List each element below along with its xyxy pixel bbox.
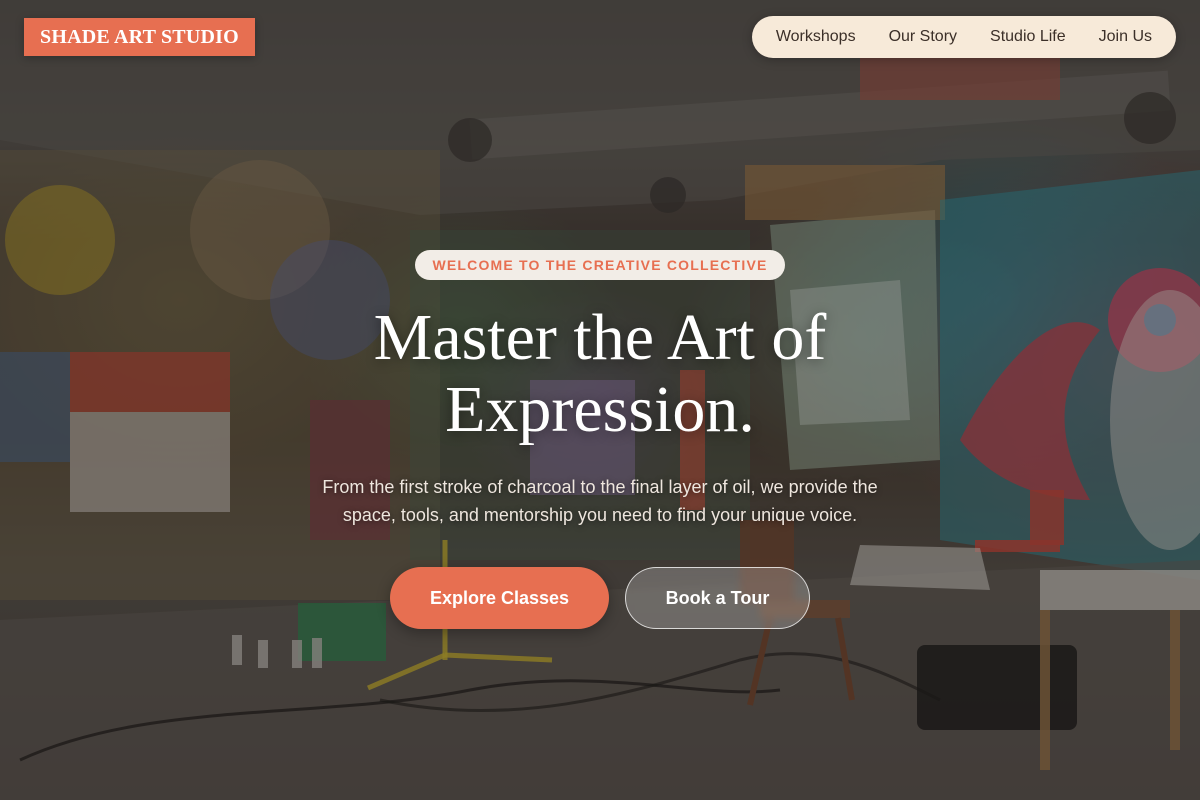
subtext-line-1: From the first stroke of charcoal to the… (322, 477, 878, 497)
hero-content: WELCOME TO THE CREATIVE COLLECTIVE Maste… (0, 0, 1200, 800)
subtext-line-2: space, tools, and mentorship you need to… (342, 505, 858, 525)
book-a-tour-button[interactable]: Book a Tour (625, 567, 810, 629)
headline-line-1: Master the Art of (373, 301, 827, 374)
hero-section: SHADE ART STUDIO Workshops Our Story Stu… (0, 0, 1200, 800)
hero-headline: Master the Art of Expression. (100, 302, 1100, 446)
headline-line-2: Expression. (445, 373, 755, 446)
explore-classes-button[interactable]: Explore Classes (390, 567, 609, 629)
eyebrow-badge: WELCOME TO THE CREATIVE COLLECTIVE (415, 250, 785, 280)
hero-subtext: From the first stroke of charcoal to the… (250, 473, 950, 529)
